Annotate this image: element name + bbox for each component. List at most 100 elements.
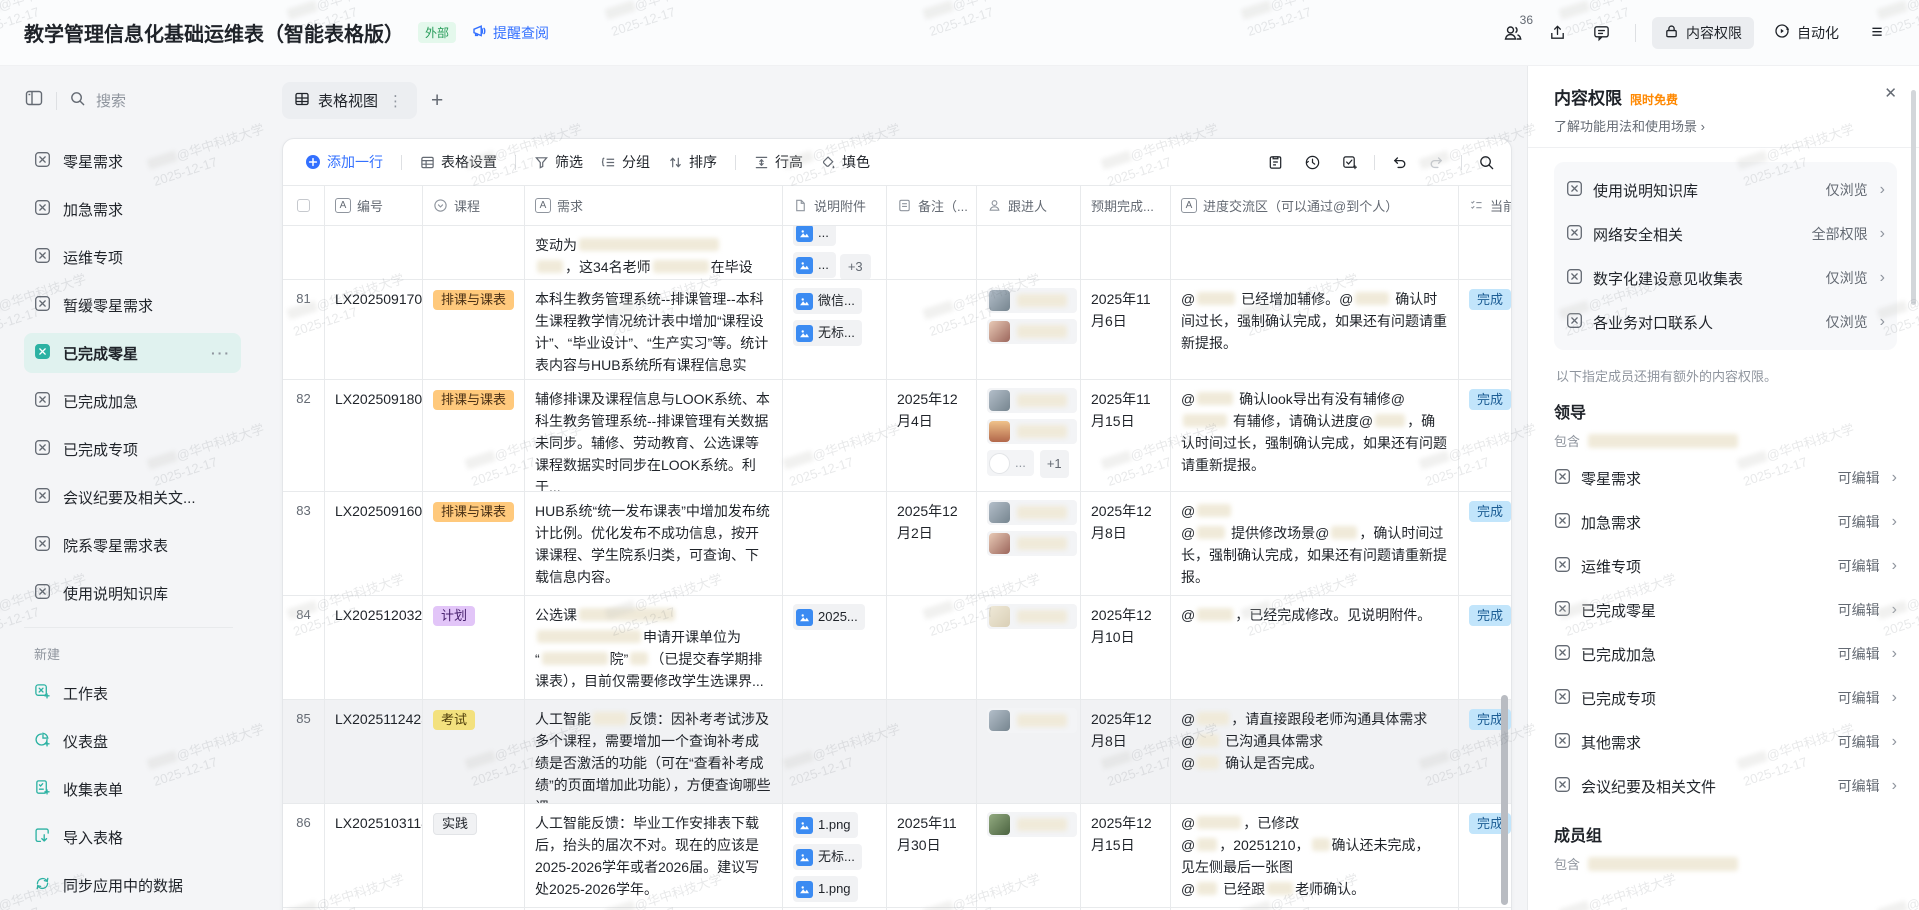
row-height-button[interactable]: 行高 (754, 152, 803, 172)
cell-status[interactable]: 完成 (1459, 492, 1512, 596)
search-input[interactable]: 搜索 (69, 90, 126, 111)
tab-grid-view[interactable]: 表格视图 ⋮ (282, 82, 417, 119)
undo-icon[interactable] (1391, 154, 1408, 171)
cell-id[interactable]: LX2025091809 (325, 380, 423, 492)
cell-followers[interactable] (977, 226, 1081, 280)
paste-icon[interactable] (1267, 154, 1284, 171)
column-header-course[interactable]: 课程 (423, 186, 525, 226)
cell-note[interactable]: 2025年12月2日 (887, 492, 977, 596)
cell-course[interactable]: 排课与课表 (423, 280, 525, 380)
column-header-due[interactable]: 预期完成... (1081, 186, 1171, 226)
sidebar-item-5[interactable]: 已完成加急 (24, 381, 241, 421)
comment-icon[interactable] (1583, 17, 1619, 49)
cell-id[interactable]: LX2025103118 (325, 804, 423, 908)
cell-course[interactable]: 实践 (423, 804, 525, 908)
follower-chip[interactable] (987, 288, 1077, 313)
cell-followers[interactable] (977, 492, 1081, 596)
group-button[interactable]: 分组 (601, 152, 650, 172)
panel-help-link[interactable]: 了解功能用法和使用场景 › (1554, 116, 1895, 135)
cell-attachments[interactable]: 2025... (783, 596, 887, 700)
cell-demand[interactable]: 人工智能反馈：毕业工作安排表下载后，抬头的届次不对。现在的应该是2025-202… (525, 804, 783, 908)
sidebar-item-2[interactable]: 运维专项 (24, 237, 241, 277)
sidebar-item-4[interactable]: 已完成零星··· (24, 333, 241, 373)
shared-permission-item-0[interactable]: 使用说明知识库 仅浏览 › (1566, 168, 1885, 212)
attachment-chip[interactable]: 微信... (793, 288, 862, 314)
cell-due-date[interactable]: 2025年12月10日 (1081, 596, 1171, 700)
attachment-chip[interactable]: 无标... (793, 320, 862, 346)
cell-attachments[interactable]: 微信... 无标... (783, 280, 887, 380)
cell-due-date[interactable]: 2025年12月8日 (1081, 492, 1171, 596)
automation-button[interactable]: 自动化 (1762, 17, 1851, 49)
table-search-icon[interactable] (1478, 154, 1495, 171)
content-permission-button[interactable]: 内容权限 (1652, 17, 1754, 49)
group0-permission-item-3[interactable]: 已完成零星 可编辑 › (1554, 588, 1897, 632)
cell-demand[interactable]: 人工智能反馈：因补考考试涉及多个课程，需要增加一个查询补考成绩是否激活的功能（可… (525, 700, 783, 804)
table-settings-button[interactable]: 表格设置 (420, 152, 497, 172)
cell-demand[interactable]: 本科生教务管理系统--排课管理--本科生课程教学情况统计表中增加“课程设计”、“… (525, 280, 783, 380)
column-header-status[interactable]: 当前 (1459, 186, 1512, 226)
cell-id[interactable]: LX2025091708 (325, 280, 423, 380)
cell-demand[interactable]: 公选课申请开课单位为“院”（已提交春学期排课表），目前仅需要修改学生选课界... (525, 596, 783, 700)
new-item-table-plus[interactable]: 工作表 (24, 673, 241, 713)
cell-rownum[interactable]: 82 (283, 380, 325, 492)
cell-status[interactable]: 完成 (1459, 380, 1512, 492)
cell-demand[interactable]: 变动为，这34名老师在毕设系... (525, 226, 783, 280)
cell-attachments[interactable] (783, 700, 887, 804)
close-icon[interactable]: ✕ (1884, 84, 1897, 102)
cell-followers[interactable] (977, 700, 1081, 804)
cell-course[interactable]: 排课与课表 (423, 492, 525, 596)
follower-chip[interactable] (987, 419, 1077, 444)
follower-chip[interactable] (987, 812, 1077, 837)
column-header-follower[interactable]: 跟进人 (977, 186, 1081, 226)
sidebar-item-3[interactable]: 暂缓零星需求 (24, 285, 241, 325)
cell-rownum[interactable]: 86 (283, 804, 325, 908)
cell-course[interactable]: 计划 (423, 596, 525, 700)
sidebar-item-0[interactable]: 零星需求 (24, 141, 241, 181)
redo-icon[interactable] (1428, 154, 1445, 171)
cell-followers[interactable] (977, 804, 1081, 908)
cell-due-date[interactable]: 2025年11月6日 (1081, 280, 1171, 380)
follower-overflow-badge[interactable]: +1 (1040, 450, 1069, 478)
group0-permission-item-2[interactable]: 运维专项 可编辑 › (1554, 544, 1897, 588)
cell-rownum[interactable]: 81 (283, 280, 325, 380)
attachment-chip[interactable]: 1.png (793, 812, 858, 838)
fill-color-button[interactable]: 填色 (821, 152, 870, 172)
cell-status[interactable]: 完成 (1459, 280, 1512, 380)
column-header-demand[interactable]: A需求 (525, 186, 783, 226)
column-header-rownum[interactable] (283, 186, 325, 226)
cell-due-date[interactable]: 2025年12月8日 (1081, 700, 1171, 804)
remind-review-button[interactable]: 提醒查阅 (472, 23, 549, 43)
group0-permission-item-6[interactable]: 其他需求 可编辑 › (1554, 720, 1897, 764)
cell-attachments[interactable] (783, 380, 887, 492)
cell-progress[interactable] (1171, 226, 1459, 280)
follower-chip[interactable] (987, 604, 1077, 629)
shared-permission-item-2[interactable]: 数字化建设意见收集表 仅浏览 › (1566, 256, 1885, 300)
new-item-sync-data[interactable]: 同步应用中的数据 (24, 865, 241, 905)
cell-followers[interactable]: ...+1 (977, 380, 1081, 492)
filter-button[interactable]: 筛选 (534, 152, 583, 172)
cell-progress[interactable]: @@ 提供修改场景@，确认时间过长，强制确认完成，如果还有问题请重新提报。 (1171, 492, 1459, 596)
follower-chip[interactable] (987, 500, 1077, 525)
attachment-chip[interactable]: 1.png (793, 876, 858, 902)
view-more-icon[interactable]: ⋮ (386, 92, 405, 110)
follower-chip[interactable] (987, 319, 1077, 344)
history-icon[interactable] (1304, 154, 1321, 171)
cell-course[interactable]: 排课与课表 (423, 380, 525, 492)
attachment-chip[interactable]: 2025... (793, 604, 865, 630)
cell-progress[interactable]: @，已修改@，20251210，确认还未完成，见左侧最后一张图@ 已经跟老师确认… (1171, 804, 1459, 908)
column-header-id[interactable]: A编号 (325, 186, 423, 226)
cell-note[interactable]: 2025年12月4日 (887, 380, 977, 492)
cell-due-date[interactable] (1081, 226, 1171, 280)
cell-rownum[interactable]: 83 (283, 492, 325, 596)
group0-permission-item-7[interactable]: 会议纪要及相关文件 可编辑 › (1554, 764, 1897, 808)
cell-attachments[interactable]: ......+3 (783, 226, 887, 280)
group0-permission-item-5[interactable]: 已完成专项 可编辑 › (1554, 676, 1897, 720)
follower-chip[interactable] (987, 388, 1077, 413)
cell-attachments[interactable]: 1.png无标...1.png (783, 804, 887, 908)
cell-due-date[interactable]: 2025年11月15日 (1081, 380, 1171, 492)
cell-progress[interactable]: @ 已经增加辅修。@ 确认时间过长，强制确认完成，如果还有问题请重新提报。 (1171, 280, 1459, 380)
cell-rownum[interactable]: 84 (283, 596, 325, 700)
menu-icon[interactable]: ≡ (1859, 17, 1895, 49)
sort-button[interactable]: 排序 (668, 152, 717, 172)
collaborators-button[interactable]: 36 (1495, 17, 1531, 49)
